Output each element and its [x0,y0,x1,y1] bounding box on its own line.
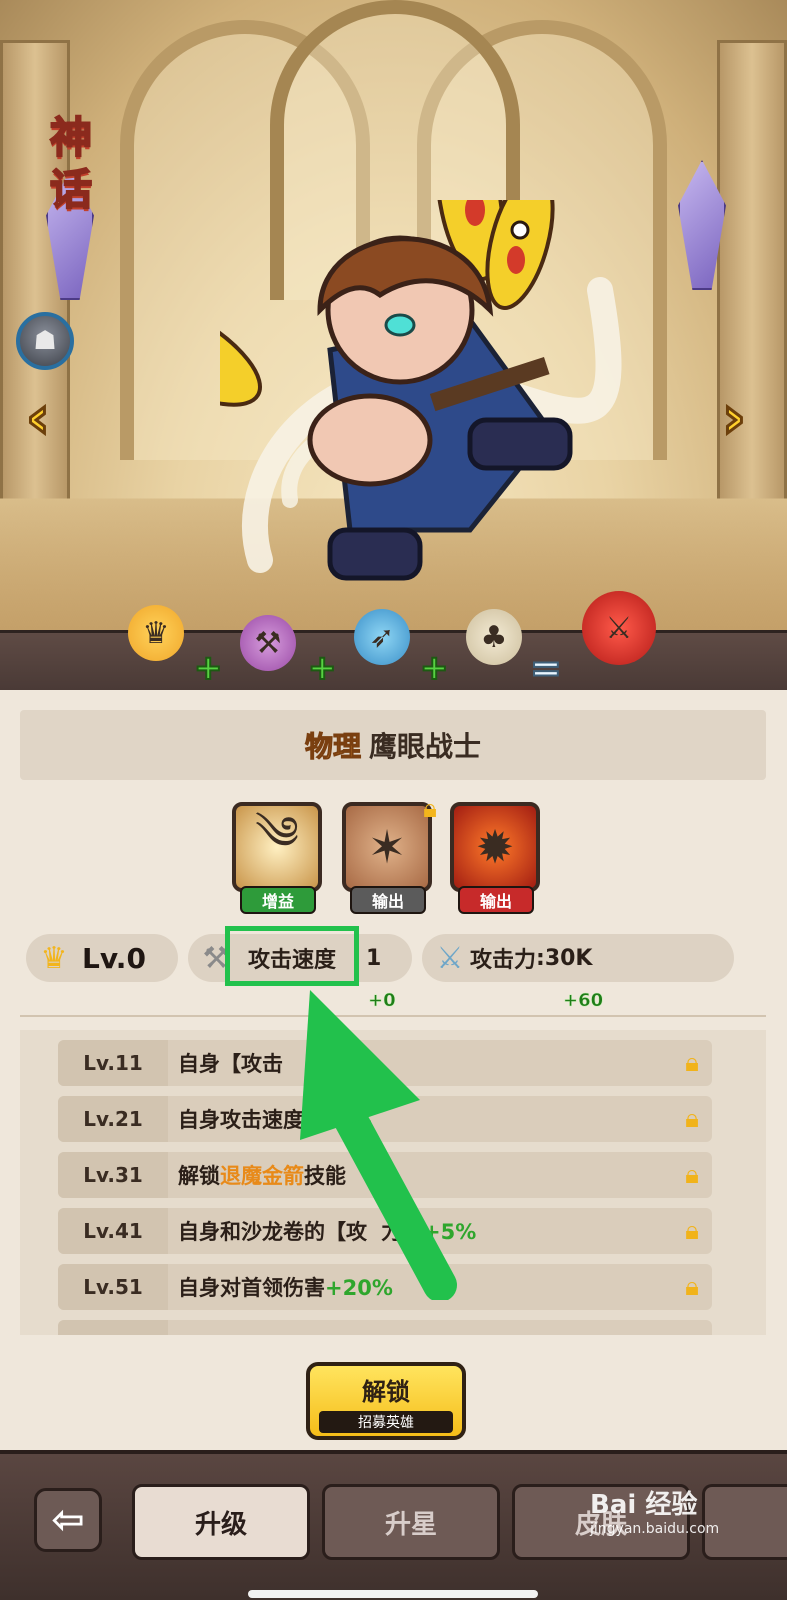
plus-icon: + [194,651,223,685]
elf-archer-hero-icon[interactable]: ♣ [466,609,522,665]
unlock-label: 解锁 [362,1372,410,1407]
previous-hero-button[interactable]: ‹ [16,385,60,449]
tab-star-up[interactable]: 升星 [322,1484,500,1560]
level-number: Lv.41 [58,1208,168,1254]
level-number [58,1320,168,1335]
level-row: 🔒︎ [58,1320,712,1335]
hooded-archer-hero-icon[interactable]: ➶ [354,609,410,665]
home-indicator [248,1590,538,1598]
level-number: Lv.21 [58,1096,168,1142]
whirlwind-skill-icon: ༄ [232,802,322,892]
level-number: Lv.11 [58,1040,168,1086]
attack-power-pill: ⚔ 攻击力 :30K [422,934,734,982]
level-description-text: 解锁 [178,1164,220,1188]
lock-icon: 🔒︎ [672,1216,712,1247]
lock-icon: 🔒︎ [414,792,446,826]
axe-icon: ⚔ [430,941,470,976]
lock-icon: 🔒︎ [672,1272,712,1303]
side-hero-avatar[interactable]: ☗ [16,312,74,370]
skill-type-tag: 输出 [458,886,534,914]
unlock-recruit-button[interactable]: 解锁 招募英雄 [306,1362,466,1440]
skill-list: ༄ 增益 ✶ 输出 🔒︎ ✹ 输出 [232,802,552,922]
crown-icon: ♛ [34,941,74,976]
lock-icon: 🔒︎ [672,1328,712,1336]
attack-power-bonus: +60 [563,990,603,1011]
lock-icon: 🔒︎ [672,1160,712,1191]
rarity-label: 神话 [50,112,130,216]
dwarf-gunner-hero-icon[interactable]: ⚒ [240,615,296,671]
level-pill: ♛ Lv.0 [26,934,178,982]
flaming-chicken-skill-icon: ✹ [450,802,540,892]
hero-level: Lv.0 [82,942,146,975]
tab-upgrade[interactable]: 升级 [132,1484,310,1560]
skill-slot-buff[interactable]: ༄ 增益 [232,802,326,922]
recruit-hero-label: 招募英雄 [319,1411,453,1433]
watermark-url: jingyan.baidu.com [590,1521,719,1537]
back-arrow-icon: ⇦ [51,1497,85,1543]
level-description-text: 自身【攻击 [178,1052,283,1076]
background-pillar [717,40,787,560]
watermark-brand: Bai 经验 [590,1490,697,1520]
lock-icon: 🔒︎ [672,1048,712,1079]
fusion-formula-bar: ♛ + ⚒ + ➶ + ♣ = ⚔ [0,630,787,690]
attack-power-label: 攻击力 [470,942,536,974]
next-hero-button[interactable]: › [712,385,756,449]
stats-row: ♛ Lv.0 ⚒ 攻击速度 1 ⚔ 攻击力 :30K [26,934,766,982]
tutorial-arrow-icon [270,980,470,1300]
plus-icon: + [420,651,449,685]
hero-name-bar: 物理 鹰眼战士 [20,710,766,780]
back-button[interactable]: ⇦ [34,1488,102,1552]
sand-tornado-hero-icon[interactable]: ♛ [128,605,184,661]
level-number: Lv.31 [58,1152,168,1198]
damage-type-tag: 物理 [305,725,361,765]
equals-icon: = [530,649,562,687]
attack-speed-highlight-box [225,926,359,986]
level-number: Lv.51 [58,1264,168,1310]
baidu-jingyan-watermark: Bai 经验 jingyan.baidu.com [590,1484,719,1537]
hooded-hero-icon: ☗ [33,326,56,356]
hawkeye-warrior-hero-icon[interactable]: ⚔ [582,591,656,665]
rubber-chicken-icon [220,274,276,426]
plus-icon: + [308,651,337,685]
attack-speed-value: 1 [366,946,381,971]
hero-name: 鹰眼战士 [369,725,481,765]
hero-showcase: 神话 ☗ ‹ › [0,0,787,700]
attack-power-value: :30K [536,946,592,971]
skill-type-tag: 增益 [240,886,316,914]
hero-illustration [220,200,640,600]
lock-icon: 🔒︎ [672,1104,712,1135]
skill-type-tag: 输出 [350,886,426,914]
skill-slot-output-locked[interactable]: ✶ 输出 🔒︎ [342,802,436,922]
skill-slot-output[interactable]: ✹ 输出 [450,802,544,922]
